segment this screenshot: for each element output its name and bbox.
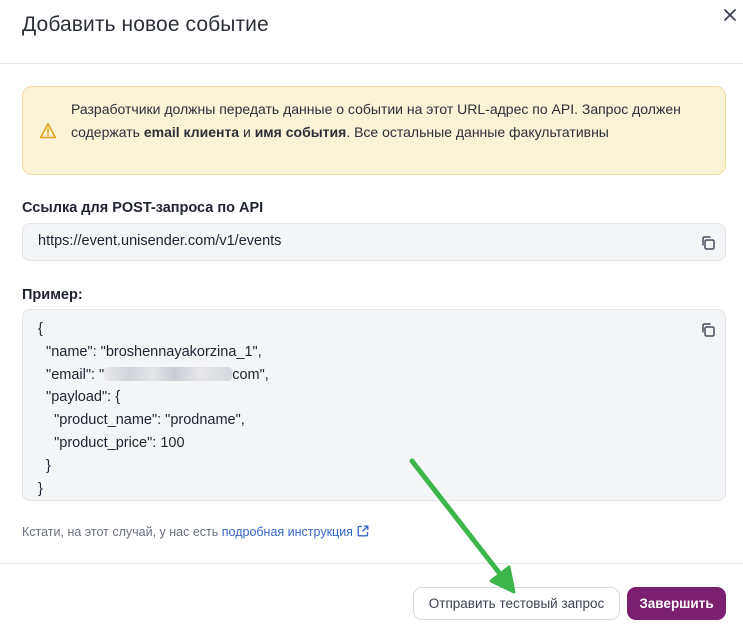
- code-line: }: [38, 480, 43, 497]
- api-url-field[interactable]: https://event.unisender.com/v1/events: [22, 223, 726, 261]
- example-label: Пример:: [22, 287, 83, 303]
- example-code-block: { "name": "broshennayakorzina_1", "email…: [22, 309, 726, 501]
- warning-icon: [39, 122, 57, 140]
- alert-bold-event-name: имя события: [254, 123, 347, 140]
- code-line: "email": " com",: [38, 366, 269, 383]
- redacted-email: [104, 366, 233, 381]
- code-line: "payload": {: [38, 389, 121, 406]
- dialog-footer: Отправить тестовый запрос Завершить: [0, 563, 743, 640]
- alert-message: Разработчики должны передать данные о со…: [71, 101, 681, 140]
- code-line: "product_price": 100: [38, 434, 185, 451]
- copy-icon[interactable]: [700, 235, 716, 251]
- code-line: }: [38, 457, 51, 474]
- instruction-hint: Кстати, на этот случай, у нас есть подро…: [22, 525, 369, 539]
- info-alert: Разработчики должны передать данные о со…: [22, 86, 726, 175]
- close-icon[interactable]: [719, 4, 741, 26]
- add-event-dialog: Добавить новое событие Разработчики долж…: [0, 0, 743, 640]
- send-test-request-button[interactable]: Отправить тестовый запрос: [413, 587, 620, 620]
- instruction-link[interactable]: подробная инструкция: [222, 525, 369, 539]
- code-line: {: [38, 321, 43, 337]
- dialog-header: Добавить новое событие: [0, 0, 743, 64]
- alert-bold-email: email клиента: [143, 123, 240, 140]
- code-line: "name": "broshennayakorzina_1",: [38, 343, 262, 360]
- code-line: "product_name": "prodname",: [38, 412, 245, 429]
- copy-icon[interactable]: [700, 322, 716, 338]
- example-code: { "name": "broshennayakorzina_1", "email…: [38, 318, 269, 500]
- api-url-label: Ссылка для POST-запроса по API: [22, 200, 264, 216]
- finish-button[interactable]: Завершить: [627, 587, 726, 620]
- external-link-icon: [357, 525, 369, 537]
- dialog-title: Добавить новое событие: [22, 13, 269, 36]
- api-url-value: https://event.unisender.com/v1/events: [38, 233, 282, 249]
